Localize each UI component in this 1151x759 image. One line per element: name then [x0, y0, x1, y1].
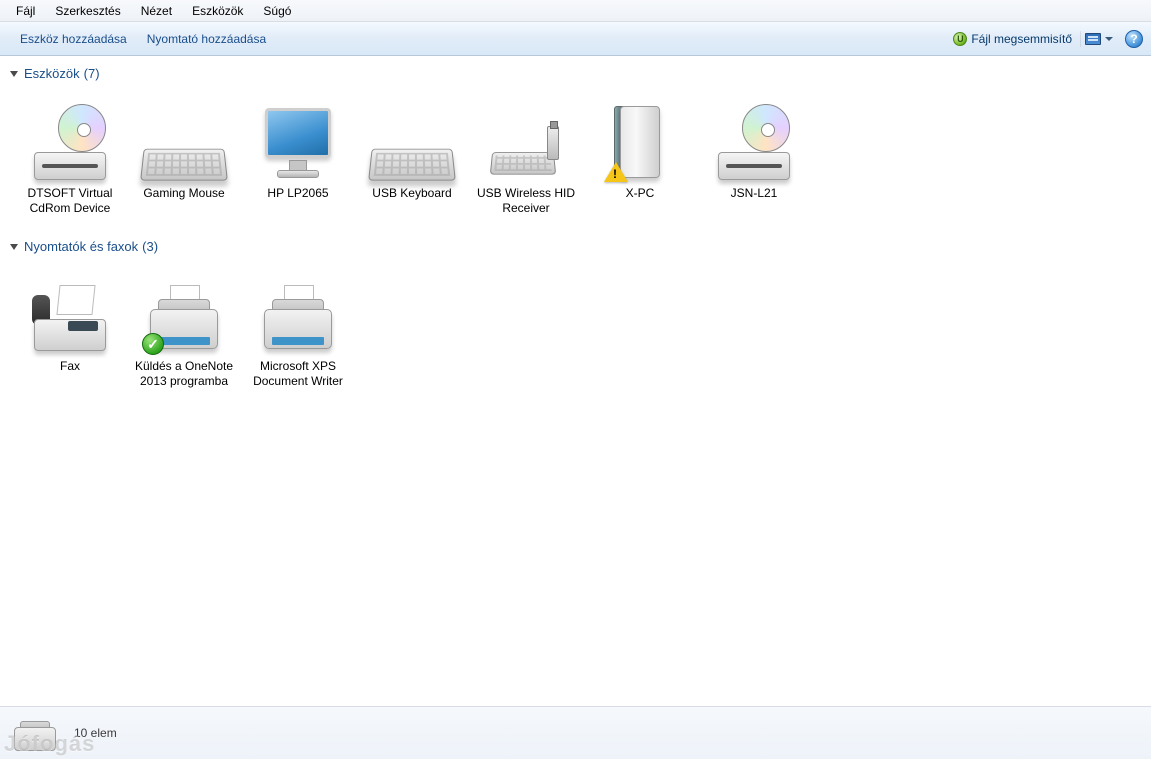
devices-items: DTSOFT Virtual CdRom Device Gaming Mouse…	[6, 83, 1145, 233]
optical-drive-icon	[704, 94, 804, 182]
command-bar: Eszköz hozzáadása Nyomtató hozzáadása U …	[0, 22, 1151, 56]
item-count-label: 10 elem	[74, 726, 117, 740]
menu-view[interactable]: Nézet	[131, 2, 182, 20]
help-button[interactable]: ?	[1125, 30, 1143, 48]
add-printer-button[interactable]: Nyomtató hozzáadása	[137, 28, 276, 50]
printer-item-xps-document-writer[interactable]: Microsoft XPS Document Writer	[244, 262, 352, 394]
usb-dongle-icon	[476, 94, 576, 182]
device-item-gaming-mouse[interactable]: Gaming Mouse	[130, 89, 238, 221]
keyboard-icon	[134, 94, 234, 182]
device-item-jsn-l21[interactable]: JSN-L21	[700, 89, 808, 221]
device-label: HP LP2065	[247, 186, 349, 201]
group-count-devices: (7)	[84, 66, 100, 81]
printer-label: Fax	[19, 359, 121, 374]
device-label: X-PC	[589, 186, 691, 201]
device-label: DTSOFT Virtual CdRom Device	[19, 186, 121, 216]
view-icon	[1085, 33, 1101, 45]
printer-item-onenote-2013[interactable]: ✓ Küldés a OneNote 2013 programba	[130, 262, 238, 394]
menu-tools[interactable]: Eszközök	[182, 2, 253, 20]
menu-help[interactable]: Súgó	[253, 2, 301, 20]
group-count-printers: (3)	[142, 239, 158, 254]
view-options-dropdown[interactable]	[1080, 31, 1117, 47]
device-item-dtsoft-virtual-cdrom[interactable]: DTSOFT Virtual CdRom Device	[16, 89, 124, 221]
add-device-button[interactable]: Eszköz hozzáadása	[10, 28, 137, 50]
menu-edit[interactable]: Szerkesztés	[45, 2, 130, 20]
printer-icon: ✓	[134, 267, 234, 355]
group-header-printers[interactable]: Nyomtatók és faxok (3)	[6, 233, 1145, 256]
device-label: USB Wireless HID Receiver	[475, 186, 577, 216]
device-label: JSN-L21	[703, 186, 805, 201]
optical-drive-icon	[20, 94, 120, 182]
printer-label: Küldés a OneNote 2013 programba	[133, 359, 235, 389]
printer-label: Microsoft XPS Document Writer	[247, 359, 349, 389]
fax-icon	[20, 267, 120, 355]
monitor-icon	[248, 94, 348, 182]
device-item-usb-wireless-hid-receiver[interactable]: USB Wireless HID Receiver	[472, 89, 580, 221]
group-header-devices[interactable]: Eszközök (7)	[6, 60, 1145, 83]
computer-icon	[590, 94, 690, 182]
device-item-x-pc[interactable]: X-PC	[586, 89, 694, 221]
collapse-triangle-icon	[10, 71, 18, 77]
warning-badge-icon	[604, 162, 628, 182]
printer-icon	[248, 267, 348, 355]
group-title-printers: Nyomtatók és faxok	[24, 239, 138, 254]
content-area: Eszközök (7) DTSOFT Virtual CdRom Device…	[0, 56, 1151, 707]
details-thumbnail-icon	[12, 713, 60, 753]
device-item-usb-keyboard[interactable]: USB Keyboard	[358, 89, 466, 221]
file-shredder-button[interactable]: U Fájl megsemmisítő	[953, 32, 1072, 46]
menu-bar: Fájl Szerkesztés Nézet Eszközök Súgó	[0, 0, 1151, 22]
collapse-triangle-icon	[10, 244, 18, 250]
menu-file[interactable]: Fájl	[6, 2, 45, 20]
group-title-devices: Eszközök	[24, 66, 80, 81]
device-label: Gaming Mouse	[133, 186, 235, 201]
shredder-icon: U	[953, 32, 967, 46]
keyboard-icon	[362, 94, 462, 182]
file-shredder-label: Fájl megsemmisítő	[971, 32, 1072, 46]
device-item-hp-lp2065[interactable]: HP LP2065	[244, 89, 352, 221]
printer-item-fax[interactable]: Fax	[16, 262, 124, 394]
default-check-badge-icon: ✓	[142, 333, 164, 355]
printers-items: Fax ✓ Küldés a OneNote 2013 programba Mi…	[6, 256, 1145, 406]
device-label: USB Keyboard	[361, 186, 463, 201]
details-pane: 10 elem Jófogás	[0, 707, 1151, 759]
chevron-down-icon	[1105, 37, 1113, 41]
